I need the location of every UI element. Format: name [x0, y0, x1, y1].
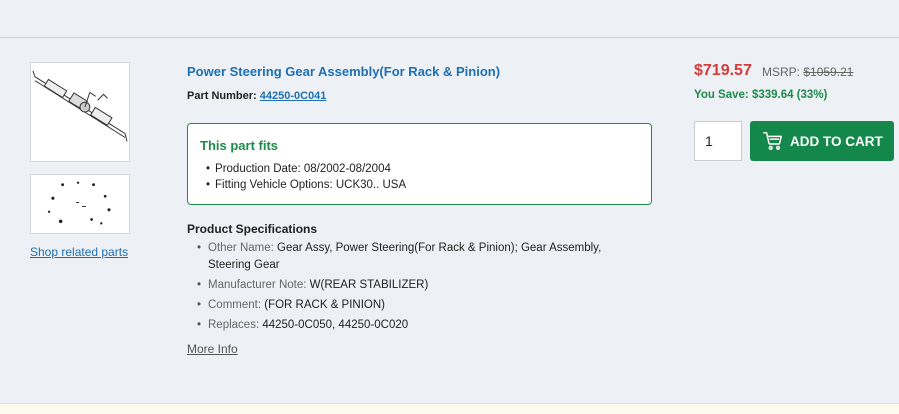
product-title: Power Steering Gear Assembly(For Rack & … [187, 64, 501, 79]
part-number: Part Number: 44250-0C041 [187, 90, 326, 102]
product-image[interactable] [30, 62, 130, 162]
msrp: MSRP: $1059.21 [762, 65, 853, 79]
fitment-list: Production Date: 08/2002-08/2004 Fitting… [206, 161, 406, 193]
fitment-title: This part fits [200, 138, 279, 153]
spec-key: Manufacturer Note: [208, 279, 307, 291]
spec-item: Manufacturer Note: W(REAR STABILIZER) [197, 277, 637, 294]
quantity-input[interactable] [694, 121, 742, 161]
specifications-heading: Product Specifications [187, 222, 318, 236]
part-number-link[interactable]: 44250-0C041 [260, 90, 327, 102]
savings-text: You Save: $339.64 (33%) [694, 89, 828, 101]
bottom-strip [0, 403, 899, 414]
add-to-cart-button[interactable]: ADD TO CART [750, 121, 894, 161]
fitment-item: Fitting Vehicle Options: UCK30.. USA [206, 177, 406, 193]
fitment-box: This part fits Production Date: 08/2002-… [187, 123, 652, 205]
exploded-diagram-thumbnail-icon [47, 181, 111, 225]
diagram-thumbnail[interactable] [30, 174, 130, 234]
spec-item: Comment: (FOR RACK & PINION) [197, 297, 637, 314]
cart-icon [763, 132, 782, 150]
part-number-label: Part Number: [187, 90, 257, 102]
fitment-item: Production Date: 08/2002-08/2004 [206, 161, 406, 177]
msrp-label: MSRP: [762, 65, 801, 79]
add-to-cart-label: ADD TO CART [790, 133, 883, 149]
msrp-value: $1059.21 [803, 65, 854, 79]
spec-item: Replaces: 44250-0C050, 44250-0C020 [197, 317, 637, 334]
spec-key: Comment: [208, 299, 262, 311]
spec-key: Other Name: [208, 242, 274, 254]
specifications-list: Other Name: Gear Assy, Power Steering(Fo… [197, 240, 637, 337]
top-divider [0, 37, 899, 38]
sale-price: $719.57 [694, 62, 752, 79]
shop-related-parts-link[interactable]: Shop related parts [30, 245, 128, 259]
spec-value: 44250-0C050, 44250-0C020 [262, 319, 409, 331]
more-info-link[interactable]: More Info [187, 342, 238, 356]
spec-key: Replaces: [208, 319, 260, 331]
steering-rack-photo-icon [32, 70, 128, 142]
spec-item: Other Name: Gear Assy, Power Steering(Fo… [197, 240, 637, 274]
spec-value: W(REAR STABILIZER) [309, 279, 429, 291]
spec-value: (FOR RACK & PINION) [264, 299, 386, 311]
